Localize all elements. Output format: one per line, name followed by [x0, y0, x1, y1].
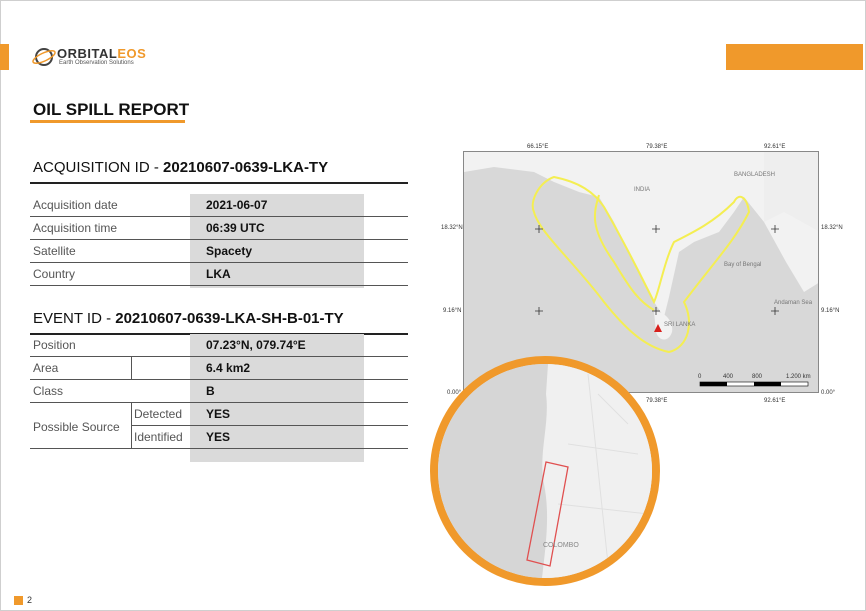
page-number: 2 — [27, 595, 33, 605]
row-value: B — [206, 384, 215, 398]
page-number-marker — [14, 596, 23, 605]
table-row: Position 07.23°N, 079.74°E — [30, 334, 408, 357]
row-label: Acquisition time — [33, 221, 118, 235]
detected-value: YES — [206, 407, 231, 421]
table-row: Acquisition date 2021-06-07 — [30, 194, 408, 217]
map-place-label: INDIA — [634, 187, 651, 193]
row-label: Area — [33, 361, 59, 375]
scale-label: 800 — [752, 374, 763, 380]
scale-label: 0 — [698, 374, 702, 380]
scale-label: 400 — [723, 374, 734, 380]
lat-label: 0.00° — [821, 390, 836, 396]
row-value: Spacety — [206, 244, 253, 258]
lon-label: 92.61°E — [764, 144, 786, 150]
scale-label: 1.200 km — [786, 374, 811, 380]
lat-label: 9.16°N — [443, 308, 462, 314]
row-value: 6.4 km2 — [206, 361, 251, 375]
zoom-inset-map[interactable]: COLOMBO — [430, 356, 660, 586]
row-label: Country — [33, 267, 76, 281]
row-value: 06:39 UTC — [206, 221, 265, 235]
brand-tagline: Earth Observation Solutions — [59, 60, 134, 66]
map-place-label: BANGLADESH — [734, 172, 776, 178]
event-id: 20210607-0639-LKA-SH-B-01-TY — [115, 310, 344, 327]
table-row: Class B — [30, 380, 408, 403]
table-row: Detected YES — [131, 403, 408, 426]
map-place-label: Bay of Bengal — [724, 262, 762, 268]
row-value: 07.23°N, 079.74°E — [206, 338, 306, 352]
header-accent-right — [726, 44, 863, 70]
lon-label: 66.15°E — [527, 144, 549, 150]
table-row: Identified YES — [30, 426, 408, 449]
row-label: Class — [33, 384, 64, 398]
lon-label: 79.38°E — [646, 144, 668, 150]
event-heading: EVENT ID - 20210607-0639-LKA-SH-B-01-TY — [33, 310, 344, 327]
row-label: Acquisition date — [33, 198, 118, 212]
row-value: 2021-06-07 — [206, 198, 268, 212]
identified-value: YES — [206, 430, 231, 444]
row-label: Position — [33, 338, 76, 352]
brand-name-suffix: EOS — [117, 46, 147, 61]
lat-label: 18.32°N — [441, 225, 463, 231]
lat-label: 9.16°N — [821, 308, 840, 314]
title-underline — [30, 120, 185, 123]
map-place-label: SRI LANKA — [664, 322, 696, 328]
acquisition-heading-prefix: ACQUISITION ID - — [33, 159, 164, 176]
table-row: Satellite Spacety — [30, 240, 408, 263]
lon-label: 92.61°E — [764, 398, 786, 404]
brand-name-prefix: ORBITAL — [57, 46, 118, 61]
brand-name: ORBITALEOS — [57, 46, 146, 61]
report-title: OIL SPILL REPORT — [33, 100, 190, 119]
inset-place-label: COLOMBO — [543, 542, 579, 549]
overview-map[interactable]: INDIA BANGLADESH Bay of Bengal Andaman S… — [463, 151, 819, 393]
table-row: Acquisition time 06:39 UTC — [30, 217, 408, 240]
area-divider — [131, 357, 132, 380]
table-row: Country LKA — [30, 263, 408, 286]
lat-label: 18.32°N — [821, 225, 843, 231]
detected-label: Detected — [134, 407, 183, 421]
acquisition-heading: ACQUISITION ID - 20210607-0639-LKA-TY — [33, 159, 328, 176]
orbit-logo-icon — [32, 48, 56, 66]
row-label: Satellite — [33, 244, 76, 258]
table-row: Area 6.4 km2 — [30, 357, 408, 380]
identified-label: Identified — [134, 430, 183, 444]
map-place-label: Andaman Sea — [774, 300, 813, 306]
event-heading-prefix: EVENT ID - — [33, 310, 116, 327]
acquisition-id: 20210607-0639-LKA-TY — [163, 159, 329, 176]
acquisition-rule — [30, 182, 408, 184]
brand-logo: ORBITALEOS Earth Observation Solutions — [32, 44, 152, 70]
lon-label: 79.38°E — [646, 398, 668, 404]
row-value: LKA — [206, 267, 231, 281]
header-accent-left — [0, 44, 9, 70]
